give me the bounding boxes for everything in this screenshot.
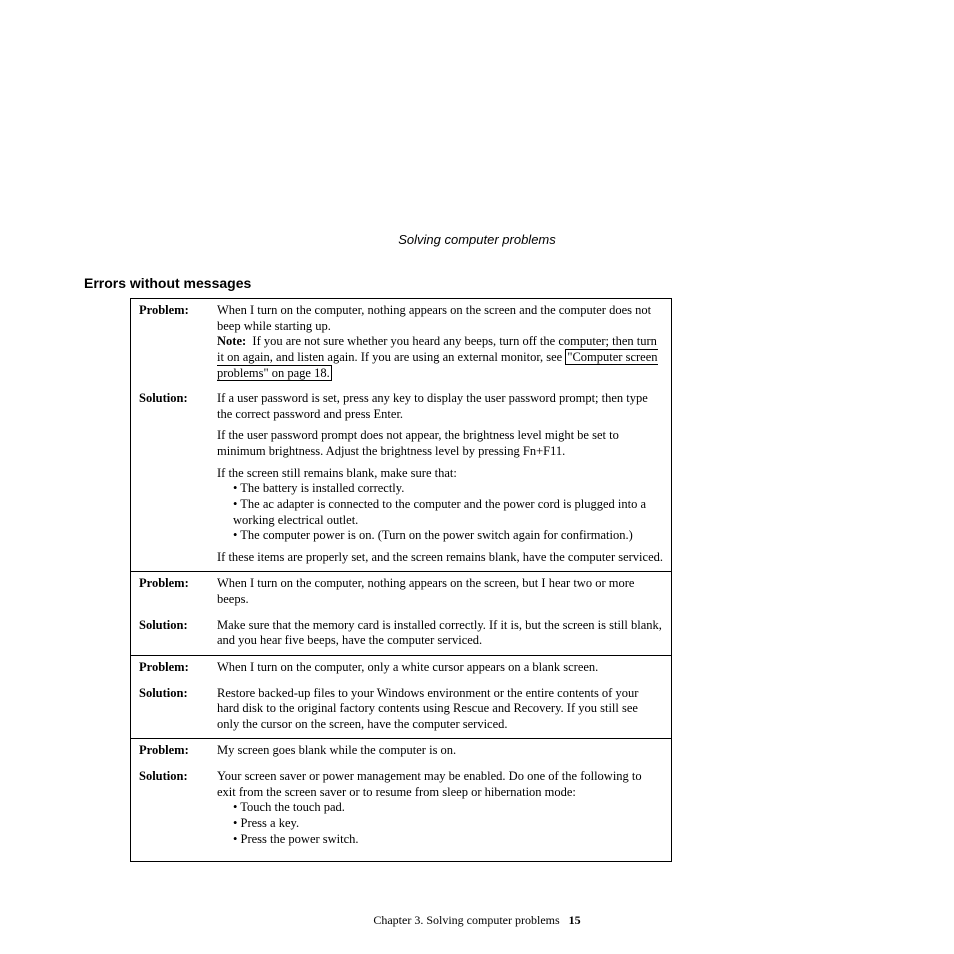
problem-label: Problem: (139, 576, 217, 607)
page-number: 15 (569, 913, 581, 927)
section-heading: Errors without messages (84, 275, 251, 291)
list-item: The computer power is on. (Turn on the p… (233, 528, 663, 544)
table-row: Problem: When I turn on the computer, no… (131, 571, 671, 613)
list-item: Touch the touch pad. (233, 800, 663, 816)
bullet-list: Touch the touch pad. Press a key. Press … (217, 800, 663, 847)
table-row: Problem: My screen goes blank while the … (131, 738, 671, 765)
solution-label: Solution: (139, 391, 217, 565)
text: Your screen saver or power management ma… (217, 769, 663, 800)
solution-label: Solution: (139, 769, 217, 847)
solution-text: If a user password is set, press any key… (217, 391, 663, 565)
text: If these items are properly set, and the… (217, 550, 663, 566)
solution-label: Solution: (139, 686, 217, 733)
table-row: Solution: Make sure that the memory card… (131, 614, 671, 655)
text: If the screen still remains blank, make … (217, 466, 663, 482)
footer-text: Chapter 3. Solving computer problems (373, 913, 559, 927)
table-row: Problem: When I turn on the computer, no… (131, 299, 671, 387)
solution-text: Make sure that the memory card is instal… (217, 618, 663, 649)
solution-text: Restore backed-up files to your Windows … (217, 686, 663, 733)
table-row: Solution: If a user password is set, pre… (131, 387, 671, 571)
problem-text: When I turn on the computer, nothing app… (217, 576, 663, 607)
problem-label: Problem: (139, 660, 217, 676)
text: If the user password prompt does not app… (217, 428, 663, 459)
text: If a user password is set, press any key… (217, 391, 663, 422)
solution-label: Solution: (139, 618, 217, 649)
list-item: The battery is installed correctly. (233, 481, 663, 497)
page-footer: Chapter 3. Solving computer problems 15 (0, 913, 954, 928)
problem-label: Problem: (139, 743, 217, 759)
list-item: Press a key. (233, 816, 663, 832)
list-item: The ac adapter is connected to the compu… (233, 497, 663, 528)
table-row: Problem: When I turn on the computer, on… (131, 655, 671, 682)
problem-text: When I turn on the computer, nothing app… (217, 303, 663, 381)
solution-text: Your screen saver or power management ma… (217, 769, 663, 847)
problem-text: My screen goes blank while the computer … (217, 743, 663, 759)
note-label: Note: (217, 334, 246, 348)
troubleshooting-table: Problem: When I turn on the computer, no… (130, 298, 672, 862)
page: Solving computer problems Errors without… (0, 0, 954, 954)
bullet-list: The battery is installed correctly. The … (217, 481, 663, 544)
problem-label: Problem: (139, 303, 217, 381)
text: When I turn on the computer, nothing app… (217, 303, 651, 333)
list-item: Press the power switch. (233, 832, 663, 848)
table-row: Solution: Restore backed-up files to you… (131, 682, 671, 739)
running-head: Solving computer problems (0, 232, 954, 247)
problem-text: When I turn on the computer, only a whit… (217, 660, 663, 676)
table-row: Solution: Your screen saver or power man… (131, 765, 671, 861)
